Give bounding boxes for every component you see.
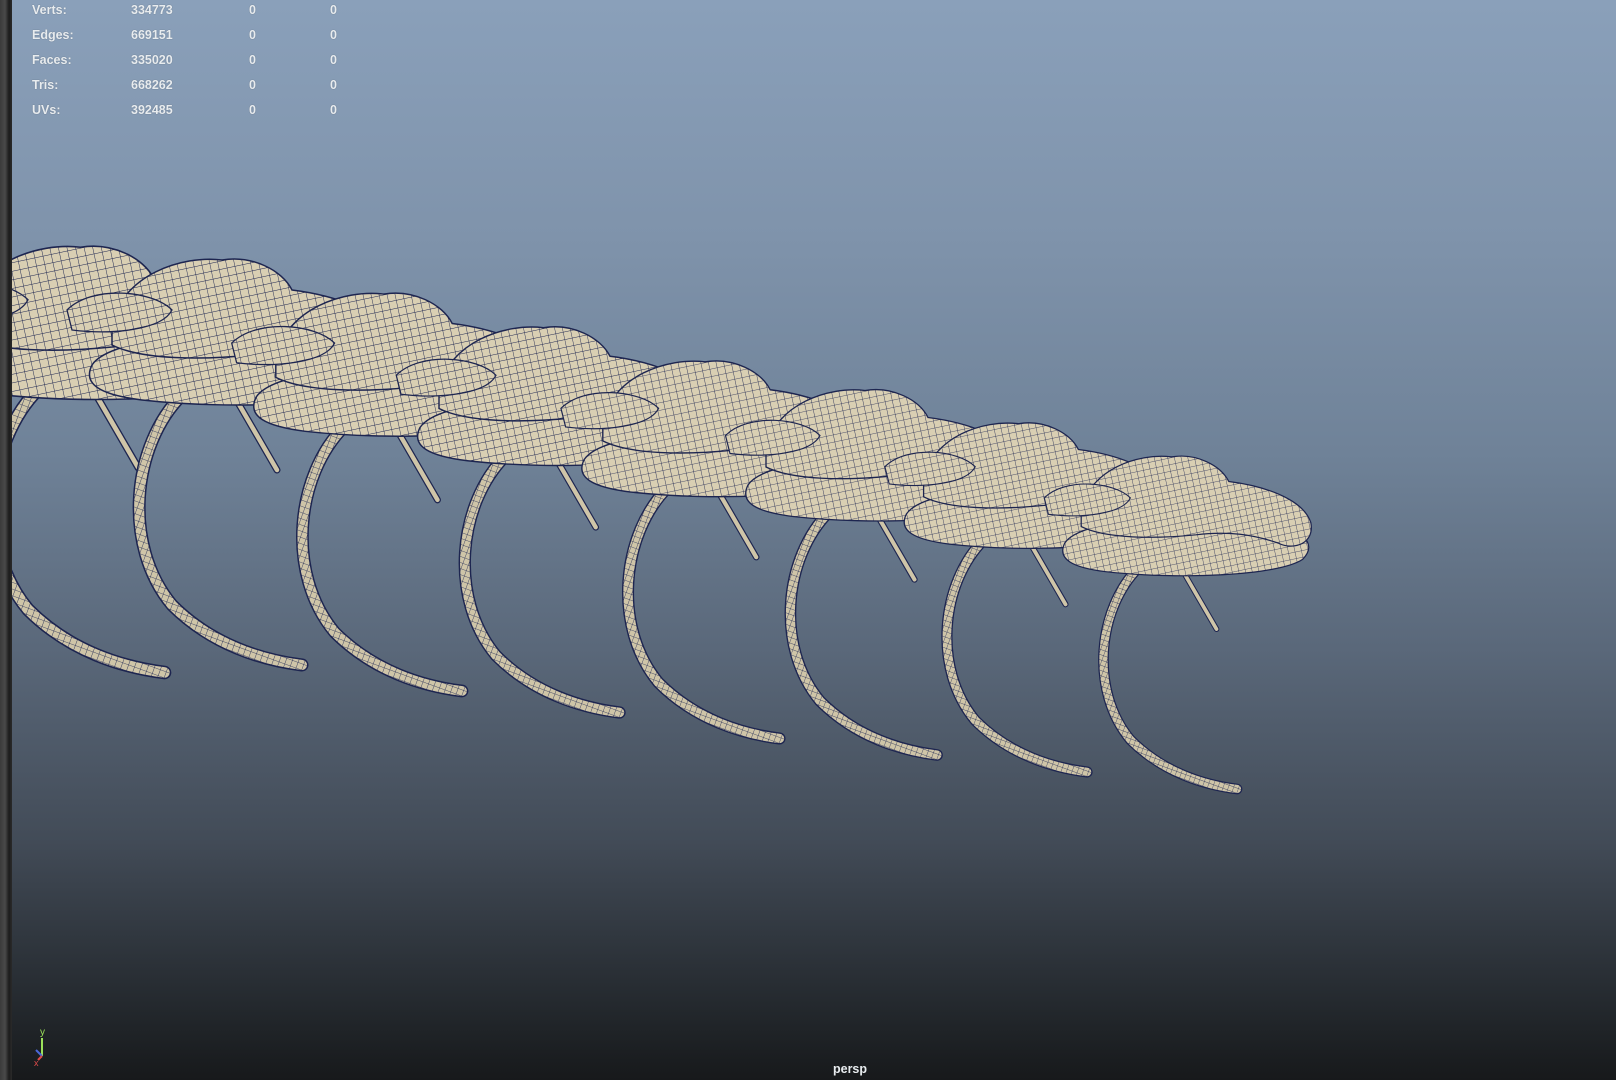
perspective-viewport[interactable]: Verts: 334773 0 0 Edges: 669151 0 0 Face… [12,0,1616,1080]
axis-gizmo-icon: y x [34,1027,45,1066]
camera-name-label: persp [832,1062,868,1076]
vertebrae-wireframe-model[interactable] [12,0,1616,1080]
axis-y-label: y [40,1027,45,1038]
axis-x-label: x [34,1058,39,1066]
panel-left-edge [0,0,12,1080]
